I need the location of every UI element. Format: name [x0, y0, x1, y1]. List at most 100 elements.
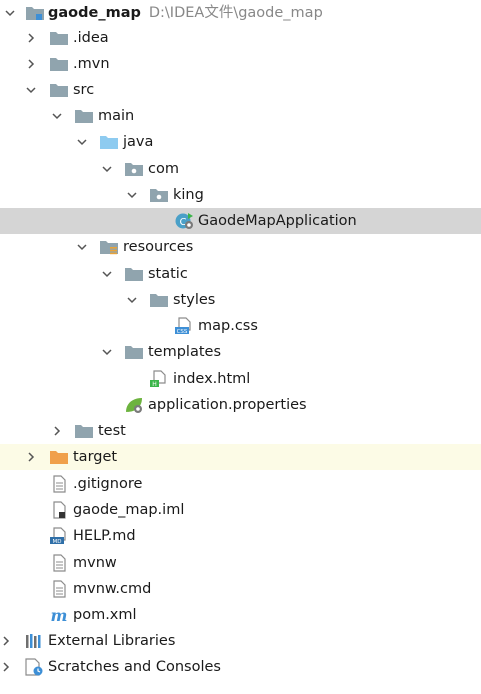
- tree-item-king[interactable]: king: [0, 182, 481, 208]
- tree-item-label: map.css: [198, 318, 258, 334]
- folder-icon: [75, 425, 93, 438]
- spring-properties-icon: [126, 398, 142, 413]
- project-name: gaode_map: [48, 5, 141, 21]
- libraries-icon: [26, 634, 41, 648]
- chevron-down-icon[interactable]: [25, 84, 37, 96]
- tree-item-label: com: [148, 161, 179, 177]
- tree-item-label: main: [98, 108, 135, 124]
- tree-item-label: static: [148, 266, 188, 282]
- css-file-icon: CSS: [175, 317, 191, 335]
- chevron-down-icon[interactable]: [126, 189, 138, 201]
- svg-text:MD: MD: [53, 539, 62, 545]
- tree-item-label: application.properties: [148, 397, 307, 413]
- tree-item-mvn[interactable]: .mvn: [0, 51, 481, 77]
- tree-item-label: test: [98, 423, 126, 439]
- chevron-right-icon[interactable]: [0, 661, 12, 673]
- tree-item-label: .gitignore: [73, 476, 143, 492]
- package-icon: [125, 163, 143, 176]
- chevron-down-icon[interactable]: [76, 241, 88, 253]
- tree-item-label: pom.xml: [73, 607, 137, 623]
- markdown-file-icon: MD: [50, 527, 66, 545]
- tree-item-label: src: [73, 82, 95, 98]
- tree-item-test[interactable]: test: [0, 418, 481, 444]
- tree-item-label: styles: [173, 292, 216, 308]
- tree-item-label: gaode_map D:\IDEA文件\gaode_map: [48, 3, 323, 23]
- tree-item-application-properties[interactable]: application.properties: [0, 392, 481, 418]
- tree-item-gaode-map-iml[interactable]: gaode_map.iml: [0, 497, 481, 523]
- tree-item-gaode-map[interactable]: gaode_map D:\IDEA文件\gaode_map: [0, 0, 481, 26]
- tree-item-gitignore[interactable]: .gitignore: [0, 471, 481, 497]
- text-file-icon: [53, 554, 66, 572]
- tree-item-label: mvnw: [73, 555, 117, 571]
- tree-item-static[interactable]: static: [0, 261, 481, 287]
- tree-item-external-libraries[interactable]: External Libraries: [0, 628, 481, 654]
- folder-icon: [50, 84, 68, 97]
- folder-icon: [75, 110, 93, 123]
- tree-item-label: target: [73, 449, 118, 465]
- chevron-down-icon[interactable]: [76, 136, 88, 148]
- spring-boot-class-icon: C: [175, 213, 193, 229]
- tree-item-map-css[interactable]: CSS map.css: [0, 313, 481, 339]
- tree-item-java[interactable]: java: [0, 129, 481, 155]
- scratches-icon: [25, 658, 43, 676]
- package-icon: [150, 189, 168, 202]
- tree-item-label: .idea: [73, 30, 109, 46]
- tree-item-templates[interactable]: templates: [0, 339, 481, 365]
- tree-item-com[interactable]: com: [0, 156, 481, 182]
- chevron-right-icon[interactable]: [25, 58, 37, 70]
- chevron-down-icon[interactable]: [101, 163, 113, 175]
- tree-item-label: .mvn: [73, 56, 110, 72]
- tree-item-pom-xml[interactable]: m pom.xml: [0, 602, 481, 628]
- folder-icon: [50, 32, 68, 45]
- tree-item-label: gaode_map.iml: [73, 502, 185, 518]
- chevron-down-icon[interactable]: [101, 346, 113, 358]
- tree-item-label: index.html: [173, 371, 251, 387]
- tree-item-target[interactable]: target: [0, 444, 481, 470]
- resources-root-folder-icon: [100, 241, 118, 255]
- svg-text:CSS: CSS: [177, 329, 188, 335]
- tree-item-resources[interactable]: resources: [0, 234, 481, 260]
- tree-item-styles[interactable]: styles: [0, 287, 481, 313]
- tree-item-scratches-and-consoles[interactable]: Scratches and Consoles: [0, 654, 481, 680]
- project-path: D:\IDEA文件\gaode_map: [148, 5, 323, 21]
- excluded-folder-icon: [50, 451, 68, 464]
- chevron-right-icon[interactable]: [0, 635, 12, 647]
- text-file-icon: [53, 580, 66, 598]
- chevron-down-icon[interactable]: [51, 110, 63, 122]
- chevron-down-icon[interactable]: [101, 268, 113, 280]
- tree-item-main[interactable]: main: [0, 103, 481, 129]
- chevron-down-icon[interactable]: [4, 7, 16, 19]
- text-file-icon: [53, 475, 66, 493]
- tree-item-label: templates: [148, 344, 222, 360]
- tree-item-src[interactable]: src: [0, 77, 481, 103]
- svg-text:m: m: [51, 606, 68, 624]
- folder-icon: [125, 268, 143, 281]
- chevron-down-icon[interactable]: [126, 294, 138, 306]
- chevron-right-icon[interactable]: [51, 425, 63, 437]
- folder-icon: [150, 294, 168, 307]
- tree-item-label: java: [123, 134, 154, 150]
- iml-file-icon: [53, 501, 66, 519]
- module-folder-icon: [26, 7, 44, 20]
- tree-item-index-html[interactable]: H index.html: [0, 366, 481, 392]
- tree-item-label: resources: [123, 239, 194, 255]
- tree-item-label: HELP.md: [73, 528, 136, 544]
- html-file-icon: H: [150, 370, 166, 388]
- tree-item-label: king: [173, 187, 204, 203]
- tree-item-help-md[interactable]: MD HELP.md: [0, 523, 481, 549]
- tree-item-mvnw[interactable]: mvnw: [0, 550, 481, 576]
- tree-item-label: mvnw.cmd: [73, 581, 152, 597]
- folder-icon: [125, 346, 143, 359]
- svg-text:H: H: [152, 381, 157, 388]
- folder-icon: [50, 58, 68, 71]
- tree-item-mvnw-cmd[interactable]: mvnw.cmd: [0, 576, 481, 602]
- maven-icon: m: [51, 606, 68, 624]
- tree-item-idea[interactable]: .idea: [0, 25, 481, 51]
- tree-item-label: GaodeMapApplication: [198, 213, 357, 229]
- source-root-folder-icon: [100, 136, 118, 149]
- chevron-right-icon[interactable]: [25, 32, 37, 44]
- tree-item-label: Scratches and Consoles: [48, 659, 221, 675]
- tree-item-gaode-map-application[interactable]: C GaodeMapApplication: [0, 208, 481, 234]
- tree-item-label: External Libraries: [48, 633, 176, 649]
- chevron-right-icon[interactable]: [25, 451, 37, 463]
